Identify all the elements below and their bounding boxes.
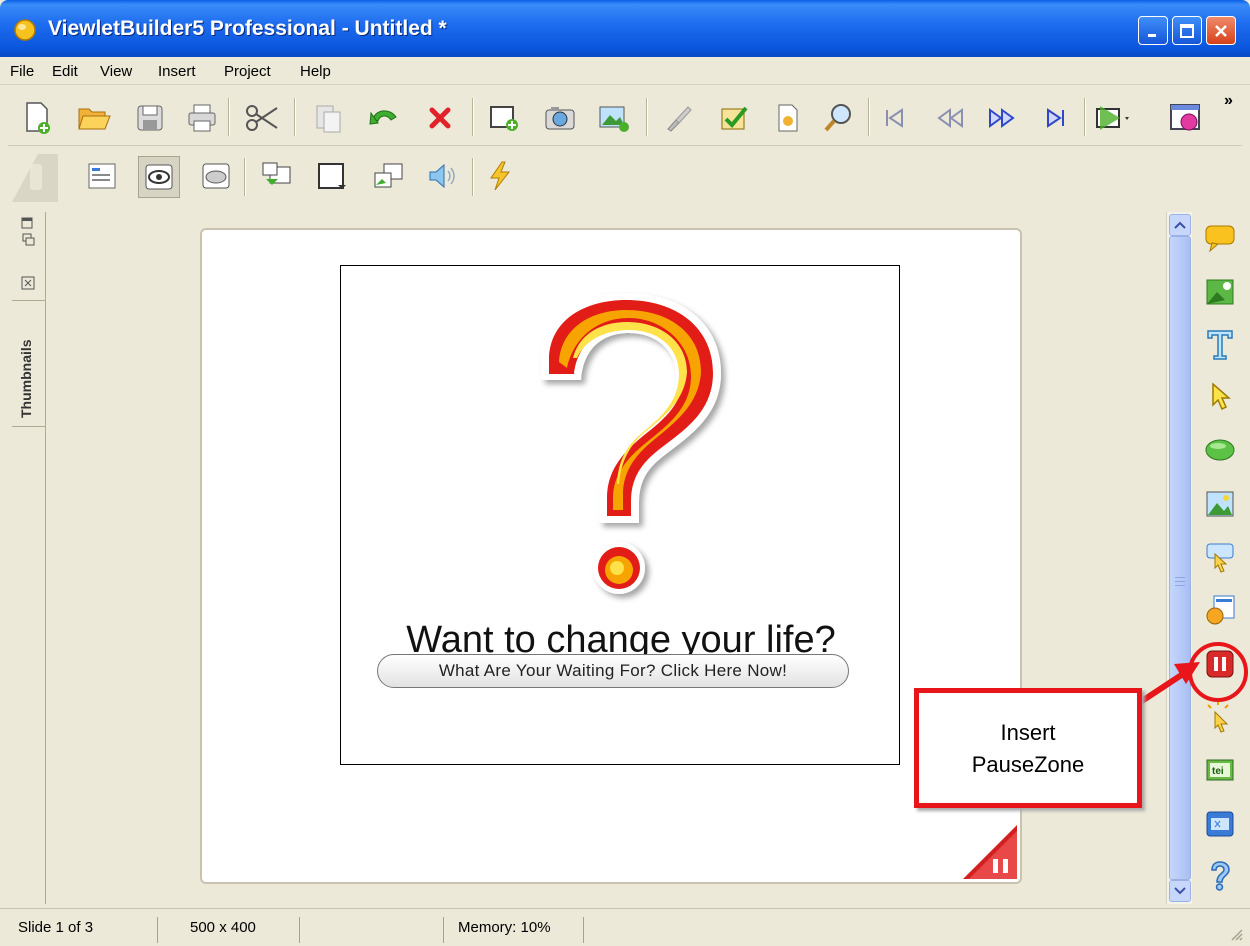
slide-content-frame[interactable]: Want to change your life? What Are Your … <box>340 265 900 765</box>
new-file-icon[interactable] <box>20 100 56 136</box>
secondary-toolbar <box>8 148 1242 206</box>
paste-icon[interactable] <box>310 100 346 136</box>
minimize-icon <box>1148 33 1156 37</box>
callout-line-2: PauseZone <box>971 752 1085 777</box>
minimize-button[interactable] <box>1138 16 1168 45</box>
image-object-icon[interactable] <box>1202 274 1238 310</box>
maximize-button[interactable] <box>1172 16 1202 45</box>
undo-icon[interactable] <box>366 100 402 136</box>
thumbnails-panel: Thumbnails <box>12 212 46 904</box>
button-icon[interactable] <box>1202 540 1238 576</box>
speaker-icon[interactable] <box>424 158 460 194</box>
scroll-down-icon[interactable] <box>1169 880 1191 902</box>
close-icon <box>1215 24 1227 37</box>
eye-icon[interactable] <box>138 156 180 198</box>
callout-line-1: Insert <box>1000 720 1056 745</box>
copy-frame-icon[interactable] <box>370 158 406 194</box>
help-icon[interactable] <box>1202 858 1238 894</box>
text-icon[interactable] <box>1202 326 1238 362</box>
svg-text:tei: tei <box>1212 766 1224 777</box>
thumbnails-tab[interactable]: Thumbnails <box>18 339 34 418</box>
status-memory: Memory: 10% <box>448 917 584 943</box>
add-slide-icon[interactable] <box>486 100 522 136</box>
panel-close-icon[interactable] <box>21 276 35 290</box>
menu-file[interactable]: File <box>10 63 34 80</box>
add-image-icon[interactable] <box>596 100 632 136</box>
find-icon[interactable] <box>820 100 856 136</box>
callout-icon[interactable] <box>1202 220 1238 256</box>
menu-bar: File Edit View Insert Project Help <box>0 57 1250 85</box>
lightning-icon[interactable] <box>482 158 518 194</box>
flash-object-icon[interactable] <box>1202 592 1238 628</box>
scroll-up-icon[interactable] <box>1169 214 1191 236</box>
fast-forward-icon[interactable] <box>984 100 1020 136</box>
resize-grip-icon[interactable] <box>1230 928 1244 942</box>
preview-icon[interactable] <box>1094 100 1130 136</box>
window-title: ViewletBuilder5 Professional - Untitled … <box>48 17 447 40</box>
cursor-path-icon[interactable] <box>198 158 234 194</box>
last-slide-icon[interactable] <box>1038 100 1074 136</box>
toolbar-overflow[interactable]: » <box>1224 92 1233 110</box>
viewlet-app-icon <box>12 18 38 42</box>
instruction-callout: Insert PauseZone <box>914 688 1142 808</box>
flaming-question-mark-icon <box>541 293 721 594</box>
open-folder-icon[interactable] <box>76 100 112 136</box>
close-button[interactable] <box>1206 16 1236 45</box>
rewind-icon[interactable] <box>932 100 968 136</box>
status-slide: Slide 1 of 3 <box>8 917 158 943</box>
menu-help[interactable]: Help <box>300 63 331 80</box>
pausezone-marker-icon[interactable] <box>963 825 1017 879</box>
vertical-scrollbar[interactable] <box>1166 212 1192 904</box>
toolbar-grip-icon[interactable] <box>8 150 58 202</box>
print-icon[interactable] <box>184 100 220 136</box>
spell-check-icon[interactable] <box>716 100 752 136</box>
scroll-thumb[interactable] <box>1169 236 1191 880</box>
duplicate-slide-icon[interactable] <box>258 158 294 194</box>
objects-toolbar: tei <box>1196 212 1244 904</box>
cut-icon[interactable] <box>244 100 280 136</box>
status-empty <box>300 917 444 943</box>
save-icon[interactable] <box>132 100 168 136</box>
title-bar: ViewletBuilder5 Professional - Untitled … <box>0 0 1250 57</box>
shape-icon[interactable] <box>1202 432 1238 468</box>
form-icon[interactable] <box>1202 806 1238 842</box>
menu-view[interactable]: View <box>100 63 132 80</box>
frame-dropdown-icon[interactable] <box>314 158 350 194</box>
status-size: 500 x 400 <box>180 917 300 943</box>
cursor-icon[interactable] <box>1202 378 1238 414</box>
maximize-icon <box>1180 23 1194 38</box>
status-bar: Slide 1 of 3 500 x 400 Memory: 10% <box>0 908 1250 946</box>
brush-icon[interactable] <box>660 100 696 136</box>
first-slide-icon[interactable] <box>876 100 912 136</box>
camera-icon[interactable] <box>542 100 578 136</box>
cta-button[interactable]: What Are Your Waiting For? Click Here No… <box>377 654 849 688</box>
menu-edit[interactable]: Edit <box>52 63 78 80</box>
text-entry-icon[interactable]: tei <box>1202 752 1238 788</box>
panel-restore-icon[interactable] <box>20 216 36 248</box>
menu-project[interactable]: Project <box>224 63 271 80</box>
delete-icon[interactable] <box>422 100 458 136</box>
main-toolbar: » <box>8 88 1242 146</box>
picture-icon[interactable] <box>1202 486 1238 522</box>
slide-properties-icon[interactable] <box>84 158 120 194</box>
publish-icon[interactable] <box>1168 100 1204 136</box>
properties-icon[interactable] <box>770 100 806 136</box>
menu-insert[interactable]: Insert <box>158 63 196 80</box>
